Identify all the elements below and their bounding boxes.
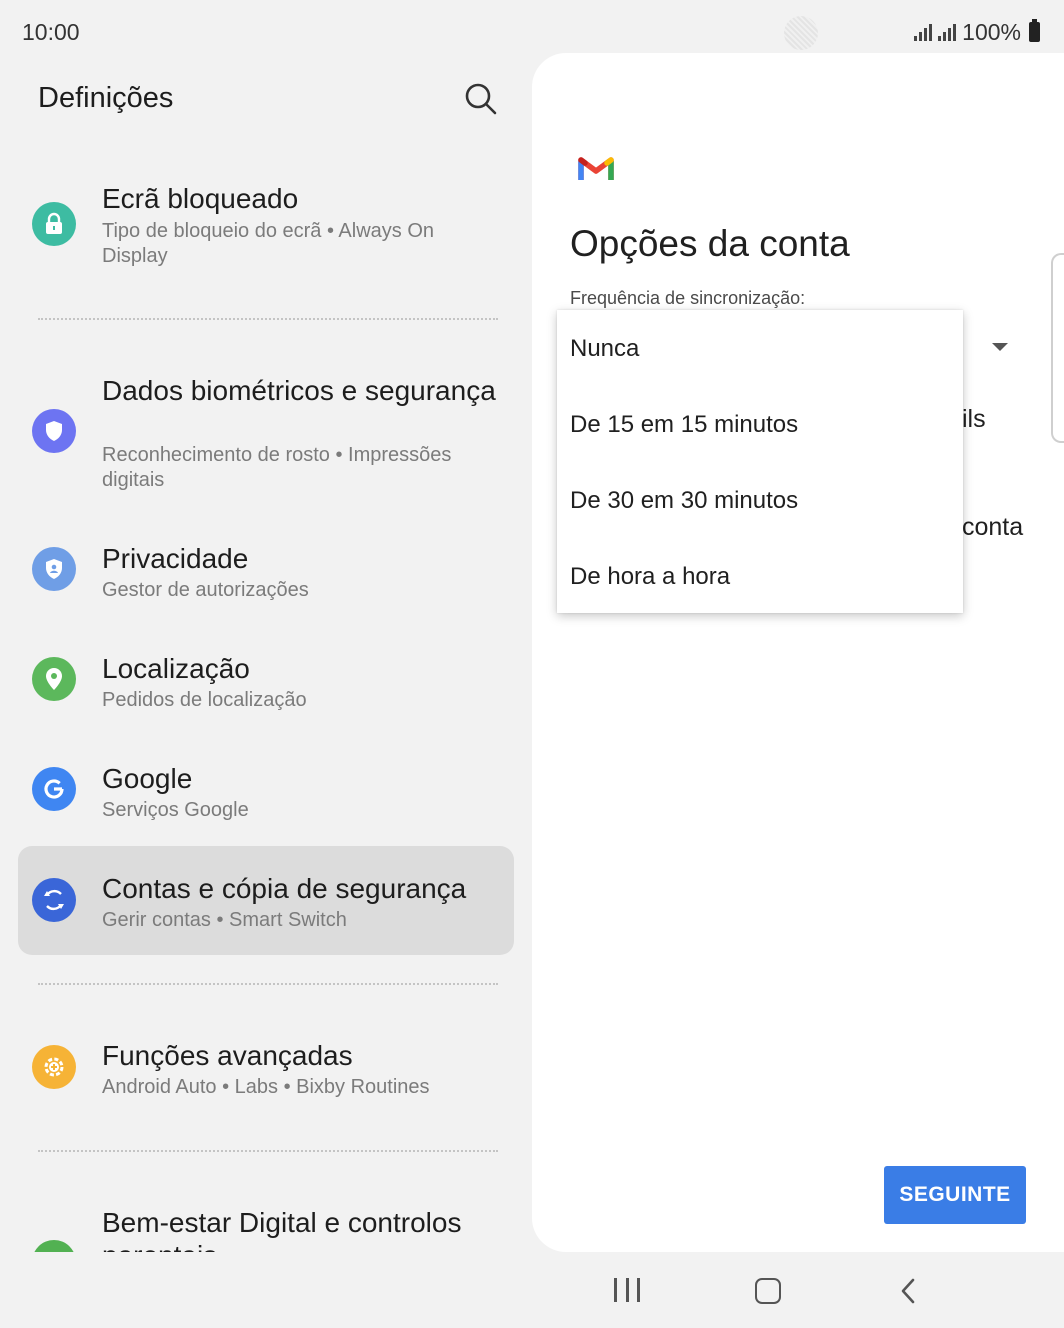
menu-option-30-minutes[interactable]: De 30 em 30 minutos: [570, 487, 798, 515]
sync-frequency-label: Frequência de sincronização:: [570, 288, 806, 308]
menu-option-hourly[interactable]: De hora a hora: [570, 563, 730, 591]
back-icon[interactable]: [898, 1277, 918, 1305]
settings-item-advanced-features[interactable]: Funções avançadas Android Auto • Labs • …: [18, 1017, 514, 1127]
checkbox-label-partial: ils: [962, 405, 986, 433]
item-title: Dados biométricos e segurança: [102, 375, 496, 406]
next-button[interactable]: SEGUINTE: [884, 1166, 1026, 1224]
item-title: Funções avançadas: [102, 1040, 353, 1071]
signal-icon: [914, 23, 933, 41]
item-title: Bem-estar Digital e controlos parentais: [102, 1207, 462, 1252]
divider: [38, 318, 498, 320]
divider: [38, 983, 498, 985]
chevron-down-icon[interactable]: [992, 343, 1008, 351]
item-subtitle: Pedidos de localização: [102, 689, 307, 711]
battery-percent: 100%: [962, 18, 1021, 45]
item-subtitle: Gestor de autorizações: [102, 579, 309, 601]
settings-item-location[interactable]: Localização Pedidos de localização: [18, 640, 514, 730]
settings-item-biometrics[interactable]: Dados biométricos e segurança Reconhecim…: [18, 352, 514, 512]
side-panel-handle[interactable]: [1051, 253, 1064, 443]
item-subtitle: Tipo de bloqueio do ecrã • Always On Dis…: [102, 220, 435, 267]
checkbox-label-partial-2: conta: [962, 513, 1024, 541]
item-subtitle: Reconhecimento de rosto • Impressões dig…: [102, 444, 452, 491]
item-title: Contas e cópia de segurança: [102, 873, 467, 904]
settings-item-lock-screen[interactable]: Ecrã bloqueado Tipo de bloqueio do ecrã …: [18, 162, 514, 292]
menu-option-never[interactable]: Nunca: [570, 335, 639, 363]
item-subtitle: Android Auto • Labs • Bixby Routines: [102, 1076, 430, 1098]
lock-icon: [32, 202, 76, 246]
navigation-bar: [0, 1252, 1064, 1328]
item-title: Privacidade: [102, 543, 249, 574]
item-subtitle: Serviços Google: [102, 799, 249, 821]
battery-icon: [1029, 19, 1040, 42]
item-subtitle: Gerir contas • Smart Switch: [102, 909, 347, 931]
divider: [38, 1150, 498, 1152]
status-icons: 100%: [914, 18, 1040, 46]
recent-apps-icon[interactable]: [614, 1278, 640, 1302]
settings-list-panel: Definições Ecrã bloqueado Tipo de bloque…: [0, 62, 532, 1252]
search-icon: [465, 83, 497, 115]
gear-plus-icon: [32, 1045, 76, 1089]
settings-item-google[interactable]: Google Serviços Google: [18, 750, 514, 840]
google-icon: [32, 767, 76, 811]
gmail-logo-icon: [578, 157, 614, 180]
sync-icon: [32, 878, 76, 922]
camera-cutout: [784, 16, 818, 50]
search-button[interactable]: [462, 80, 500, 118]
location-pin-icon: [32, 657, 76, 701]
sync-frequency-menu: Nunca De 15 em 15 minutos De 30 em 30 mi…: [557, 310, 963, 613]
privacy-shield-icon: [32, 547, 76, 591]
menu-option-15-minutes[interactable]: De 15 em 15 minutos: [570, 411, 798, 439]
item-title: Localização: [102, 653, 250, 684]
settings-item-privacy[interactable]: Privacidade Gestor de autorizações: [18, 530, 514, 620]
item-title: Ecrã bloqueado: [102, 183, 299, 214]
shield-icon: [32, 409, 76, 453]
account-options-panel: Opções da conta Frequência de sincroniza…: [532, 53, 1064, 1252]
item-title: Google: [102, 763, 193, 794]
signal-icon-2: [938, 23, 957, 41]
settings-title: Definições: [38, 82, 174, 114]
wellbeing-icon: [32, 1240, 76, 1252]
settings-item-digital-wellbeing[interactable]: Bem-estar Digital e controlos parentais: [18, 1184, 514, 1252]
status-time: 10:00: [22, 19, 80, 45]
page-title: Opções da conta: [570, 223, 850, 264]
home-icon[interactable]: [755, 1278, 781, 1304]
settings-item-accounts-backup[interactable]: Contas e cópia de segurança Gerir contas…: [18, 846, 514, 955]
